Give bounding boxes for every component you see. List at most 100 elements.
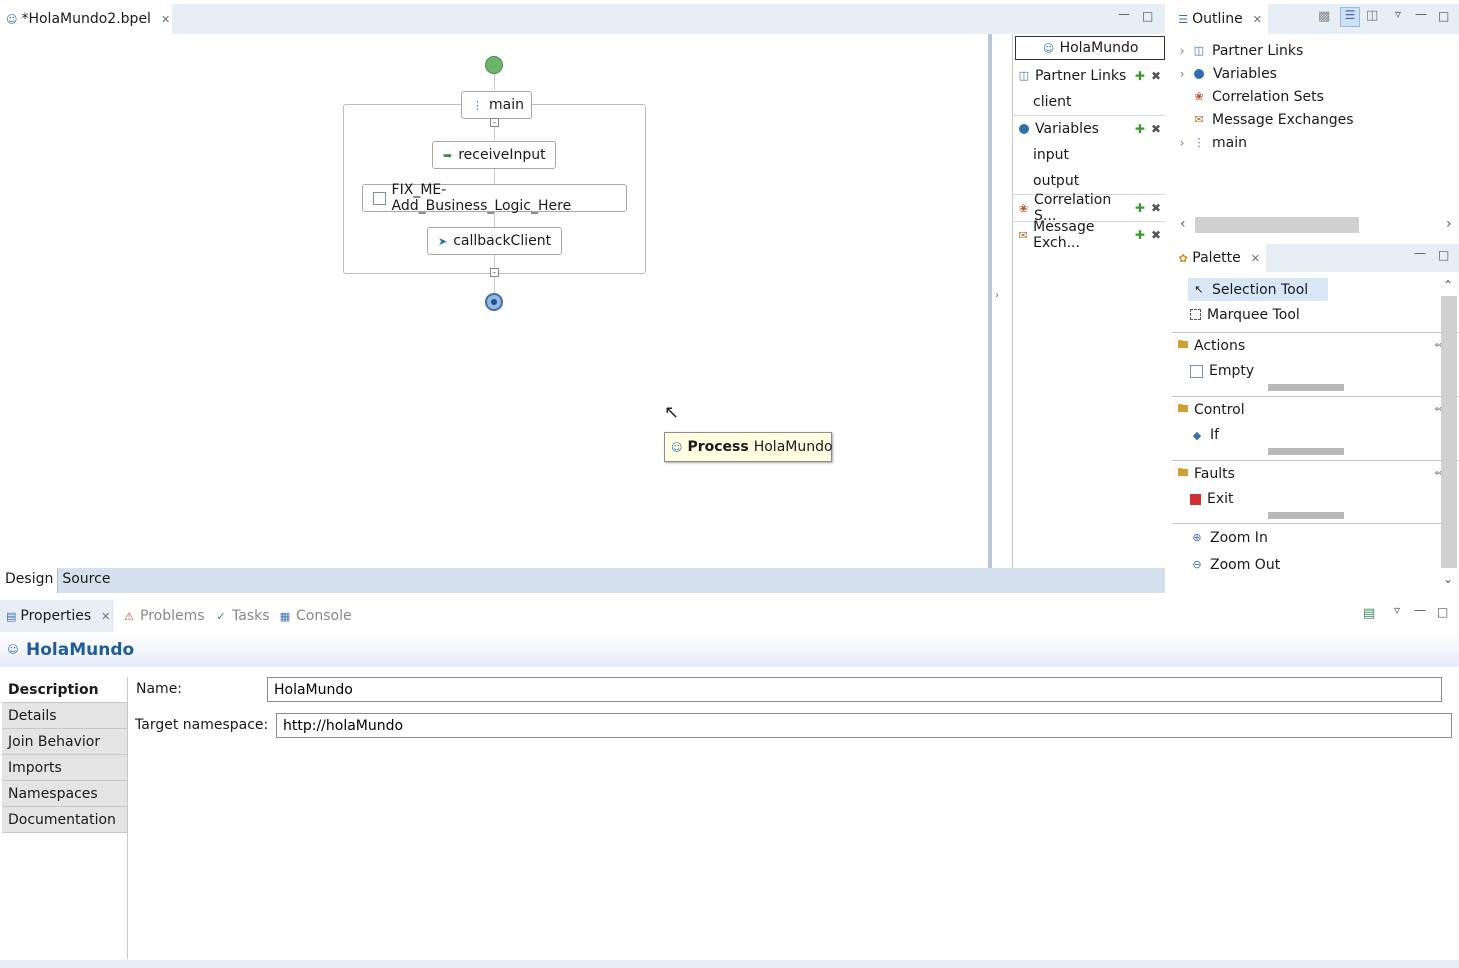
chevron-left-icon[interactable]: ‹ [1180,216,1186,232]
editor-tab[interactable]: ☺ *HolaMundo2.bpel ✕ [0,4,172,34]
palette-marquee-tool[interactable]: Marquee Tool [1172,301,1459,328]
maximize-icon[interactable]: □ [1437,605,1448,619]
outline-item-variables[interactable]: › Variables [1172,62,1459,85]
activity-receive[interactable]: ➥ receiveInput [432,141,556,169]
name-field[interactable] [267,677,1442,702]
properties-icon: ▤ [6,609,17,623]
close-icon[interactable]: ✕ [101,610,110,623]
overview-icon[interactable]: ▩ [1318,9,1330,24]
palette-zoom-out[interactable]: ⊖ Zoom Out [1172,551,1459,578]
remove-icon[interactable]: ✖ [1151,201,1161,215]
start-node[interactable] [485,56,503,74]
remove-icon[interactable]: ✖ [1151,69,1161,83]
namespace-field[interactable] [276,713,1452,738]
chevron-right-icon[interactable]: › [1172,44,1192,58]
palette-selection-tool[interactable]: ↖ Selection Tool [1188,278,1328,301]
chevron-down-icon[interactable]: ⌄ [1443,572,1453,586]
palette-zoom-in[interactable]: ⊕ Zoom In [1172,524,1459,551]
minimize-icon[interactable]: — [1118,7,1130,21]
palette-item-empty[interactable]: Empty [1172,358,1459,384]
view-menu-icon[interactable]: ▿ [1395,7,1401,21]
close-icon[interactable]: ✕ [1251,252,1260,265]
add-icon[interactable]: ✚ [1135,69,1145,83]
minimize-icon[interactable]: — [1414,246,1426,260]
tray-message-exchanges[interactable]: ✉ Message Exch... ✚ ✖ [1013,219,1165,251]
chevron-up-icon[interactable]: ⌃ [1443,278,1453,292]
remove-icon[interactable]: ✖ [1151,122,1161,136]
palette-drawer-faults[interactable]: 🖿 Faults ⇔ [1172,460,1459,486]
palette-tab[interactable]: ✿ Palette ✕ [1172,244,1266,272]
correlation-icon: ❀ [1194,90,1204,103]
palette-drawer-control[interactable]: 🖿 Control ⇔ [1172,396,1459,422]
tab-tasks[interactable]: ✓ Tasks [208,600,276,632]
collapse-icon[interactable]: - [490,118,499,127]
chevron-right-icon[interactable]: › [1172,136,1192,150]
maximize-icon[interactable]: □ [1438,9,1449,23]
tree-view-icon[interactable]: ☰ [1340,7,1360,27]
palette-vscrollbar[interactable]: ⌃ ⌄ [1439,278,1459,590]
tab-problems[interactable]: ⚠ Problems [116,600,211,632]
side-tab-documentation[interactable]: Documentation [2,807,127,833]
outline-item-main[interactable]: › ⋮ main [1172,131,1459,154]
tab-source[interactable]: Source [57,568,114,593]
sequence-main[interactable]: ⋮ main [461,91,532,119]
tray-correlation[interactable]: ❀ Correlation S... ✚ ✖ [1013,192,1165,224]
tray-variable-output[interactable]: output [1013,168,1165,194]
activity-invoke[interactable]: ➤ callbackClient [427,227,562,255]
chevron-right-icon[interactable]: › [1172,67,1192,81]
palette-item-exit[interactable]: Exit [1172,486,1459,512]
tab-properties[interactable]: ▤ Properties ✕ [0,600,114,632]
variable-icon [1194,68,1204,79]
palette-item-if[interactable]: ◆ If [1172,422,1459,448]
link-icon[interactable]: ◫ [1366,8,1378,23]
outline-item-partner-links[interactable]: › ◫ Partner Links [1172,39,1459,62]
add-icon[interactable]: ✚ [1135,122,1145,136]
maximize-icon[interactable]: □ [1438,248,1449,262]
drawer-label: Faults [1194,465,1235,482]
marquee-icon [1190,309,1201,320]
chevron-right-icon[interactable]: › [1446,216,1452,232]
outline-hscrollbar[interactable]: ‹ › [1176,214,1459,236]
minimize-icon[interactable]: — [1414,603,1426,617]
minimize-icon[interactable]: — [1415,7,1427,21]
diagram-canvas[interactable]: ⋮ main - ➥ receiveInput FIX_ME-Add_Busin… [0,34,988,568]
side-tab-join-behavior[interactable]: Join Behavior [2,729,127,755]
drawer-scroll-handle[interactable] [1268,384,1344,391]
activity-empty-label: FIX_ME-Add_Business_Logic_Here [391,182,572,214]
drawer-scroll-handle[interactable] [1268,512,1344,519]
message-exchange-icon: ✉ [1018,228,1028,242]
outline-item-correlation-sets[interactable]: ❀ Correlation Sets [1172,85,1459,108]
outline-tab[interactable]: ☰ Outline ✕ [1172,4,1268,34]
tray-partner-links[interactable]: ◫ Partner Links ✚ ✖ [1013,62,1165,89]
tray-partner-link-client[interactable]: client [1013,89,1165,115]
close-icon[interactable]: ✕ [161,13,170,26]
palette-drawer-actions[interactable]: 🖿 Actions ⇔ [1172,332,1459,358]
close-icon[interactable]: ✕ [1253,13,1262,26]
tab-console[interactable]: ▦ Console [272,600,358,632]
tab-design[interactable]: Design [0,568,58,593]
drawer-scroll-handle[interactable] [1268,448,1344,455]
tray-process[interactable]: ☺ HolaMundo [1015,36,1165,60]
side-tab-description[interactable]: Description [2,677,127,703]
outline-item-message-exchanges[interactable]: ✉ Message Exchanges [1172,108,1459,131]
pin-view-icon[interactable]: ▤ [1363,606,1375,621]
end-node[interactable] [485,293,503,311]
tray-toggle-icon[interactable]: › [995,290,999,301]
add-icon[interactable]: ✚ [1135,201,1145,215]
tray-variables[interactable]: Variables ✚ ✖ [1013,115,1165,142]
tray-variable-input[interactable]: input [1013,142,1165,168]
scroll-thumb[interactable] [1441,296,1457,568]
side-tab-imports[interactable]: Imports [2,755,127,781]
remove-icon[interactable]: ✖ [1151,228,1161,242]
scroll-thumb[interactable] [1195,217,1359,233]
side-tab-namespaces[interactable]: Namespaces [2,781,127,807]
view-menu-icon[interactable]: ▿ [1394,603,1400,617]
collapse-icon[interactable]: - [490,268,499,277]
activity-empty[interactable]: FIX_ME-Add_Business_Logic_Here [362,182,627,214]
side-tab-details[interactable]: Details [2,703,127,729]
drawer-label: Actions [1194,337,1246,354]
add-icon[interactable]: ✚ [1135,228,1145,242]
maximize-icon[interactable]: □ [1142,9,1153,23]
receive-icon: ➥ [443,148,453,162]
canvas-sash[interactable] [988,34,992,568]
